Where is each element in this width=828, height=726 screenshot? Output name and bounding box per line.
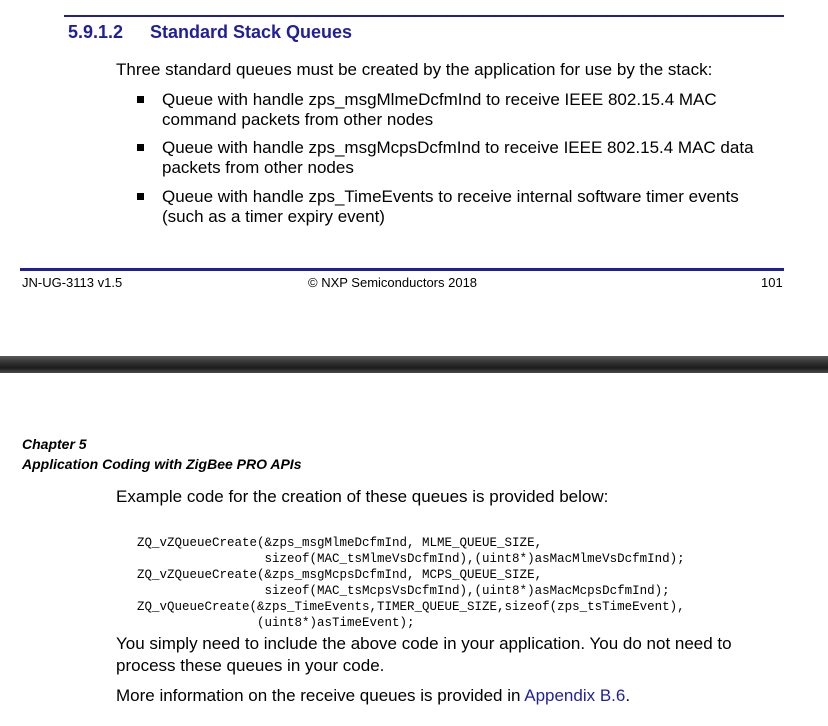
section-title: Standard Stack Queues bbox=[150, 22, 353, 42]
bullet-square-icon bbox=[137, 144, 144, 151]
page-divider bbox=[0, 356, 828, 373]
list-item: Queue with handle zps_msgMcpsDcfmInd to … bbox=[137, 138, 797, 180]
header-rule bbox=[64, 15, 784, 17]
bullet-square-icon bbox=[137, 96, 144, 103]
more-info-text: More information on the receive queues i… bbox=[116, 686, 525, 705]
appendix-link[interactable]: Appendix B.6 bbox=[524, 686, 625, 705]
list-item: Queue with handle zps_msgMlmeDcfmInd to … bbox=[137, 90, 797, 132]
list-item-line: packets from other nodes bbox=[162, 158, 354, 177]
code-line: ZQ_vQueueCreate(&zps_TimeEvents,TIMER_QU… bbox=[137, 600, 685, 614]
code-line: sizeof(MAC_tsMlmeVsDcfmInd),(uint8*)asMa… bbox=[137, 552, 685, 566]
code-line: ZQ_vZQueueCreate(&zps_msgMlmeDcfmInd, ML… bbox=[137, 536, 543, 550]
bullet-square-icon bbox=[137, 193, 144, 200]
code-line: sizeof(MAC_tsMcpsVsDcfmInd),(uint8*)asMa… bbox=[137, 584, 670, 598]
closing-line: You simply need to include the above cod… bbox=[116, 634, 732, 653]
more-info-paragraph: More information on the receive queues i… bbox=[116, 685, 806, 707]
chapter-label: Chapter 5 bbox=[22, 436, 87, 452]
chapter-title: Application Coding with ZigBee PRO APIs bbox=[22, 456, 302, 472]
list-item-line: (such as a timer expiry event) bbox=[162, 207, 385, 226]
code-block: ZQ_vZQueueCreate(&zps_msgMlmeDcfmInd, ML… bbox=[137, 519, 685, 647]
footer-doc-id: JN-UG-3113 v1.5 bbox=[22, 275, 123, 290]
code-line: (uint8*)asTimeEvent); bbox=[137, 616, 415, 630]
section-number: 5.9.1.2 bbox=[68, 22, 124, 42]
footer-rule bbox=[20, 268, 784, 271]
example-intro: Example code for the creation of these q… bbox=[116, 487, 609, 506]
closing-paragraph: You simply need to include the above cod… bbox=[116, 633, 806, 677]
more-info-period: . bbox=[625, 686, 631, 705]
footer-copyright: © NXP Semiconductors 2018 bbox=[308, 275, 478, 290]
footer-page-number: 101 bbox=[761, 275, 783, 290]
list-item: Queue with handle zps_TimeEvents to rece… bbox=[137, 187, 797, 229]
list-item-line: Queue with handle zps_TimeEvents to rece… bbox=[162, 187, 739, 206]
list-item-line: Queue with handle zps_msgMcpsDcfmInd to … bbox=[162, 138, 754, 157]
list-item-line: command packets from other nodes bbox=[162, 110, 434, 129]
list-item-line: Queue with handle zps_msgMlmeDcfmInd to … bbox=[162, 90, 717, 109]
closing-line: process these queues in your code. bbox=[116, 656, 385, 675]
intro-paragraph: Three standard queues must be created by… bbox=[116, 60, 713, 79]
code-line: ZQ_vZQueueCreate(&zps_msgMcpsDcfmInd, MC… bbox=[137, 568, 543, 582]
